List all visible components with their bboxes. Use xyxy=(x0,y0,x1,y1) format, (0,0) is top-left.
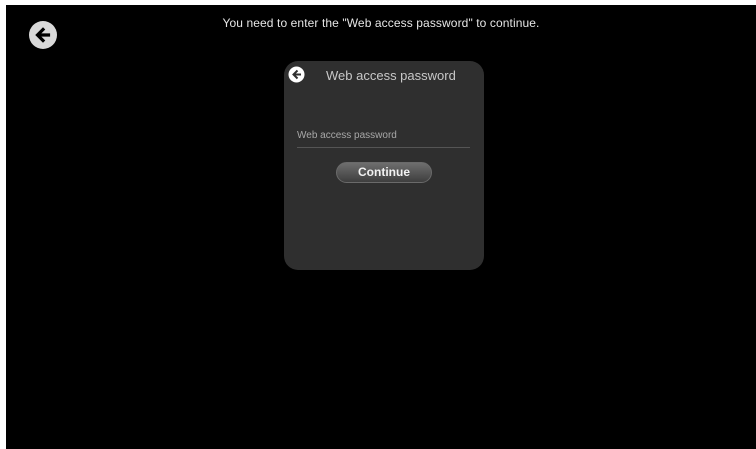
app-screen: You need to enter the "Web access passwo… xyxy=(6,5,756,449)
continue-button[interactable]: Continue xyxy=(336,162,432,183)
password-dialog: Web access password Continue xyxy=(284,61,484,270)
arrow-left-circle-icon xyxy=(288,66,305,83)
dialog-back-button[interactable] xyxy=(288,66,305,83)
password-field xyxy=(297,125,470,148)
instruction-message: You need to enter the "Web access passwo… xyxy=(222,16,540,30)
dialog-title: Web access password xyxy=(326,68,456,83)
password-input[interactable] xyxy=(297,125,470,145)
